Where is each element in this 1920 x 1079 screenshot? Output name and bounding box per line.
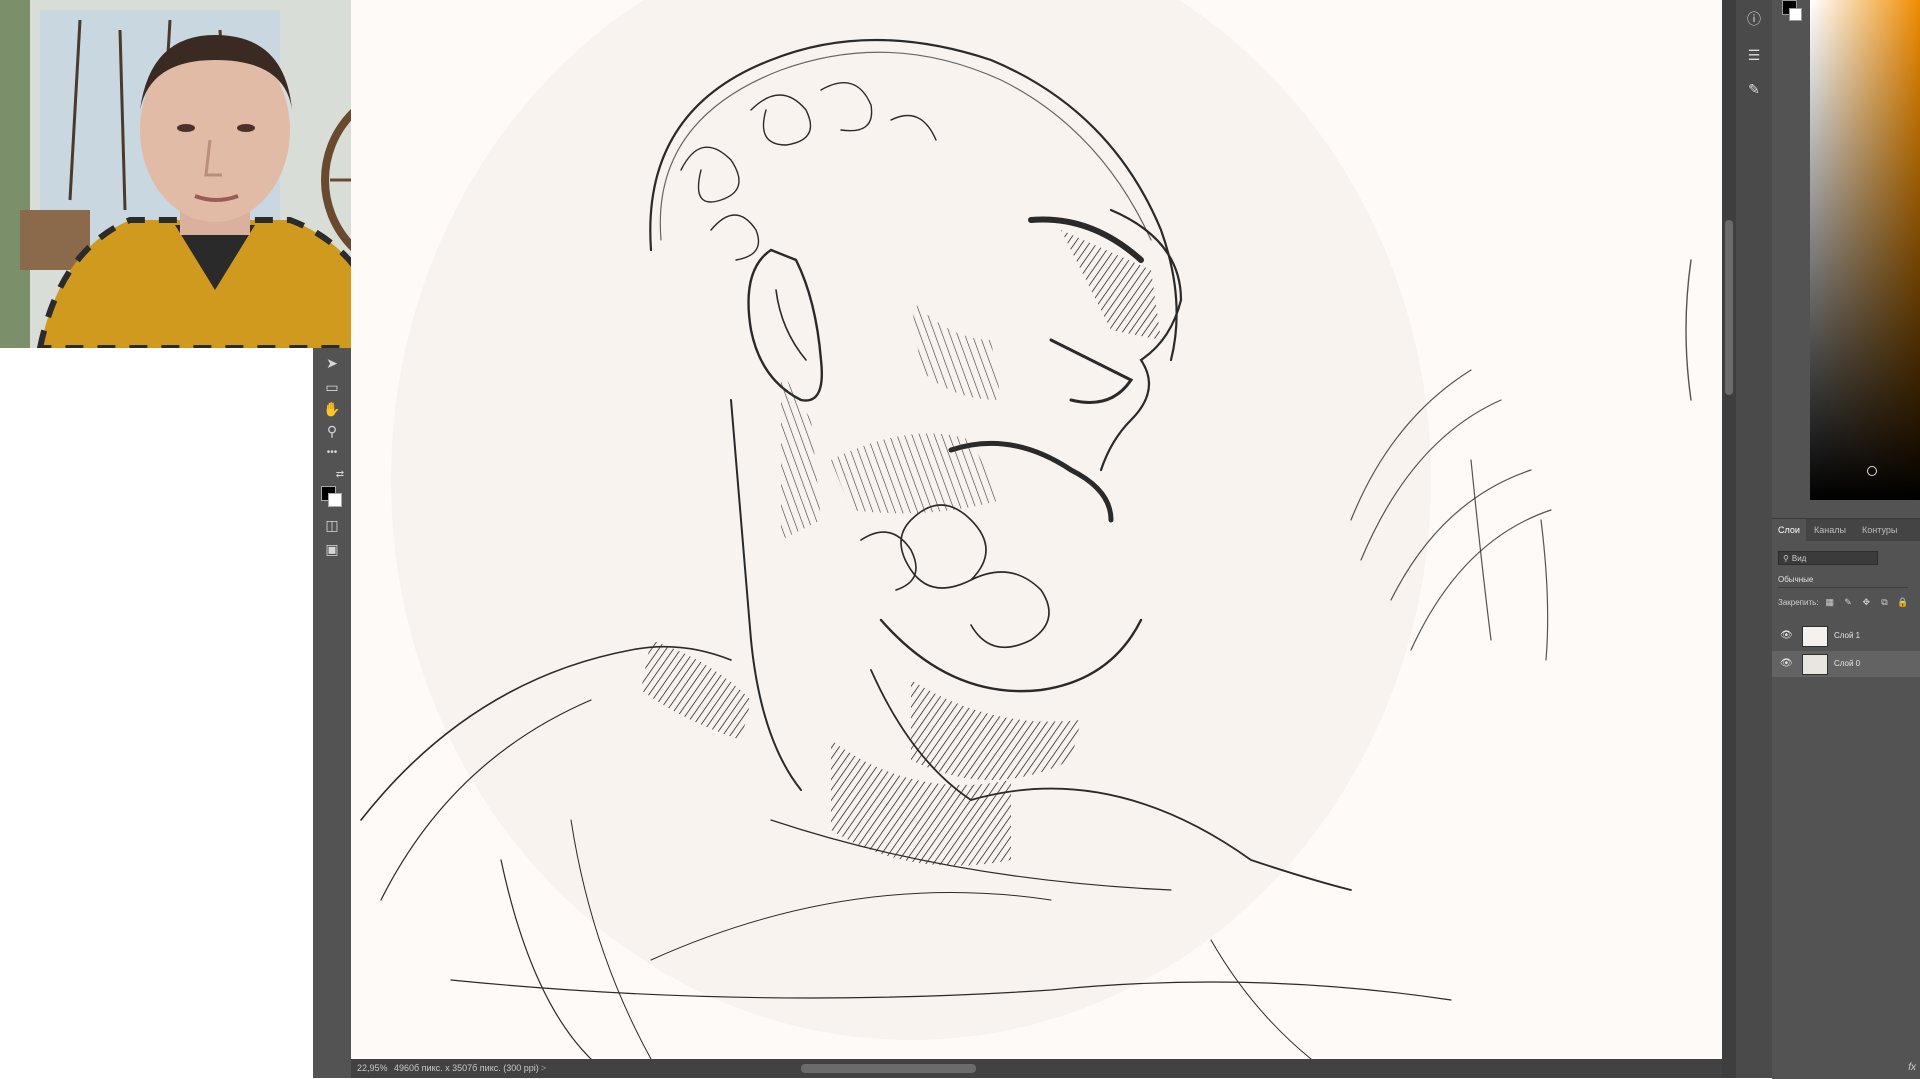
tab-paths[interactable]: Контуры [1862,519,1897,541]
move-tool-icon[interactable]: ➤ [320,354,344,372]
tab-layers[interactable]: Слои [1772,519,1806,541]
search-icon: ⚲ [1783,554,1789,563]
lock-label: Закрепить: [1778,598,1819,607]
layer-name: Слой 0 [1834,659,1861,668]
background-color-swatch[interactable] [328,493,342,507]
tools-panel: ➤ ▭ ✋ ⚲ ••• ⇄ ◫ ▣ [313,348,352,1078]
document-info: 4960б пикс. x 3507б пикс. (300 ppi) [394,1063,539,1073]
blend-mode-select[interactable]: Обычные [1778,573,1908,588]
layer-name: Слой 1 [1834,631,1861,640]
lock-transparency-icon[interactable]: ▦ [1823,595,1837,609]
hand-tool-icon[interactable]: ✋ [320,400,344,418]
marquee-tool-icon[interactable]: ▭ [320,378,344,396]
layer-thumbnail [1802,626,1828,647]
tab-channels[interactable]: Каналы [1814,519,1846,541]
color-picker-ring[interactable] [1867,466,1877,476]
visibility-eye-icon[interactable]: 👁 [1780,657,1793,671]
horizontal-scrollbar[interactable] [801,1064,976,1073]
layer-row-selected[interactable]: 👁 Слой 0 [1772,651,1920,677]
swap-colors-icon[interactable]: ⇄ [333,466,347,484]
more-tools-icon[interactable]: ••• [320,444,344,462]
sketch-artwork [360,0,1692,1059]
quick-mask-icon[interactable]: ◫ [320,516,344,534]
layers-panel: Слои Каналы Контуры ⚲ Вид Обычные Закрепи… [1772,518,1920,1079]
visibility-eye-icon[interactable]: 👁 [1780,629,1793,643]
zoom-level[interactable]: 22,95% [357,1059,388,1078]
layers-panel-tabs: Слои Каналы Контуры [1772,519,1920,541]
lock-all-icon[interactable]: 🔒 [1896,595,1910,609]
color-picker-field[interactable] [1810,0,1920,500]
panel-dock: ⓘ ☰ ✎ [1736,0,1773,1078]
adjustments-icon[interactable]: ☰ [1742,44,1766,66]
background-color-swatch[interactable] [1789,8,1802,21]
status-bar: 22,95% 4960б пикс. x 3507б пикс. (300 pp… [351,1059,1722,1078]
status-menu-arrow-icon[interactable]: > [541,1059,546,1078]
layer-effects-button[interactable]: fx [1908,1062,1916,1073]
screen-mode-icon[interactable]: ▣ [320,540,344,558]
layer-filter-input[interactable]: ⚲ Вид [1778,551,1878,565]
layer-filter-label: Вид [1791,554,1807,563]
info-icon[interactable]: ⓘ [1742,8,1766,30]
brush-settings-icon[interactable]: ✎ [1742,78,1766,100]
document-canvas[interactable] [351,0,1722,1059]
right-panels: Слои Каналы Контуры ⚲ Вид Обычные Закрепи… [1772,0,1920,1079]
lock-row: Закрепить: ▦ ✎ ✥ ⧉ 🔒 [1778,595,1920,609]
vertical-scrollbar-thumb[interactable] [1725,220,1733,395]
vertical-scrollbar[interactable] [1722,0,1736,1078]
layer-thumbnail [1802,654,1828,675]
lock-artboard-icon[interactable]: ⧉ [1877,595,1891,609]
lock-position-icon[interactable]: ✥ [1859,595,1873,609]
lock-paint-icon[interactable]: ✎ [1841,595,1855,609]
layer-row[interactable]: 👁 Слой 1 [1772,623,1920,649]
zoom-tool-icon[interactable]: ⚲ [320,422,344,440]
